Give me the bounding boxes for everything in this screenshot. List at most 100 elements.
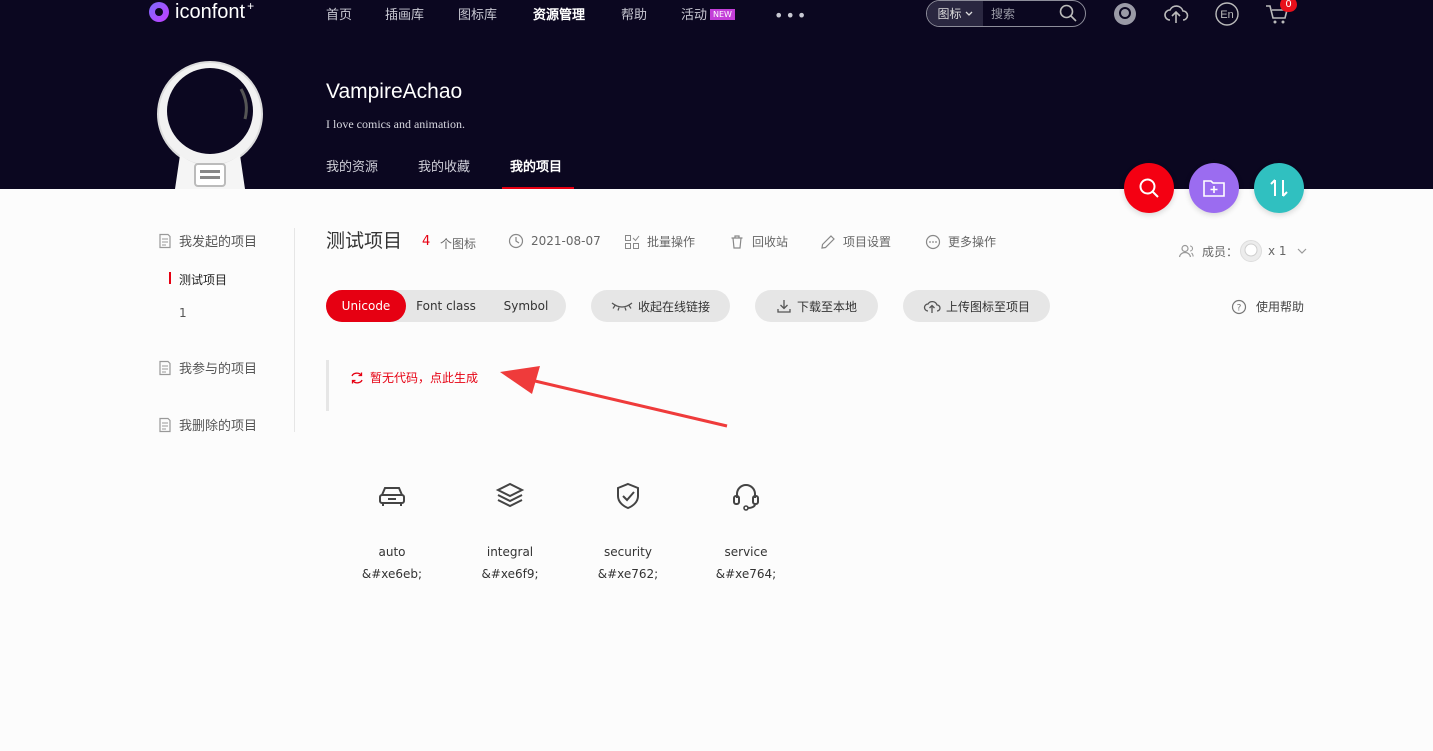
search-type-select[interactable]: 图标	[927, 1, 983, 26]
search-input[interactable]	[991, 6, 1061, 21]
pencil-icon	[821, 234, 835, 249]
icon-code: &#xe6f9;	[481, 567, 539, 581]
logo-mark-icon	[149, 2, 169, 22]
nav-activity[interactable]: 活动 NEW	[681, 4, 735, 23]
search-box: 图标	[926, 0, 1086, 27]
more-operations-button[interactable]: 更多操作	[925, 233, 996, 250]
tab-symbol[interactable]: Symbol	[486, 290, 566, 322]
more-icon	[925, 234, 941, 249]
search-icon[interactable]	[1059, 4, 1077, 22]
icon-card-service[interactable]: service &#xe764;	[691, 480, 801, 581]
sidebar-group-label: 我删除的项目	[179, 419, 258, 434]
iconfont-logo[interactable]: iconfont +	[149, 0, 254, 24]
icon-count: 4	[422, 234, 431, 249]
project-date: 2021-08-07	[508, 233, 601, 249]
collapse-online-link-button[interactable]: 收起在线链接	[591, 290, 730, 322]
upload-cloud-icon[interactable]	[1163, 1, 1189, 27]
cart-count-badge: 0	[1280, 0, 1297, 12]
recycle-bin-button[interactable]: 回收站	[729, 233, 788, 250]
icon-name: security	[604, 545, 652, 559]
nav-more-icon[interactable]: •••	[774, 6, 808, 25]
user-avatar[interactable]	[155, 59, 265, 189]
project-title: 测试项目	[326, 230, 403, 252]
upload-to-project-label: 上传图标至项目	[945, 299, 1030, 314]
batch-operation-label: 批量操作	[647, 235, 696, 249]
icon-card-auto[interactable]: auto &#xe6eb;	[337, 480, 447, 581]
fab-search-button[interactable]	[1124, 163, 1174, 213]
members-icon	[1178, 244, 1194, 258]
upload-to-project-button[interactable]: 上传图标至项目	[903, 290, 1050, 322]
top-navigation: iconfont + 首页 插画库 图标库 资源管理 帮助 活动 NEW ••• …	[0, 0, 1433, 28]
fab-new-folder-button[interactable]	[1189, 163, 1239, 213]
sidebar-group-label: 我发起的项目	[179, 235, 258, 250]
search-icon	[1139, 178, 1159, 198]
logo-text: iconfont	[175, 0, 246, 23]
nav-activity-label: 活动	[681, 8, 708, 23]
sidebar-group-deleted[interactable]: 我删除的项目	[157, 415, 257, 434]
project-doc-icon	[159, 417, 171, 432]
download-local-button[interactable]: 下载至本地	[755, 290, 878, 322]
usage-help-link[interactable]: ? 使用帮助	[1231, 298, 1304, 315]
sidebar-group-joined[interactable]: 我参与的项目	[157, 358, 257, 377]
download-icon	[777, 300, 791, 313]
clock-icon	[508, 233, 524, 249]
refresh-icon	[351, 372, 363, 383]
member-avatar	[1240, 240, 1263, 262]
batch-icon	[625, 234, 640, 249]
generate-code-link[interactable]: 暂无代码，点此生成	[349, 369, 478, 386]
members-count: x 1	[1268, 244, 1287, 258]
project-members[interactable]: 成员： x 1	[1178, 240, 1307, 262]
project-settings-label: 项目设置	[843, 235, 892, 249]
language-en-icon[interactable]: En	[1214, 1, 1240, 27]
active-tab-underline	[502, 187, 574, 189]
project-date-text: 2021-08-07	[531, 234, 601, 248]
eye-closed-icon	[611, 302, 633, 311]
download-local-label: 下载至本地	[796, 299, 857, 314]
shield-check-icon	[617, 482, 639, 510]
sidebar-group-created[interactable]: 我发起的项目	[157, 231, 257, 250]
profile-bio: I love comics and animation.	[326, 117, 465, 131]
profile-username: VampireAchao	[326, 80, 463, 103]
svg-text:?: ?	[1237, 303, 1242, 313]
github-icon[interactable]	[1112, 1, 1138, 27]
tab-unicode[interactable]: Unicode	[326, 290, 406, 322]
new-badge: NEW	[710, 9, 735, 20]
more-operations-label: 更多操作	[948, 235, 997, 249]
active-item-marker	[169, 272, 171, 284]
search-type-label: 图标	[937, 7, 962, 21]
nav-home[interactable]: 首页	[326, 4, 352, 23]
car-icon	[379, 487, 405, 506]
folder-add-icon	[1203, 180, 1225, 197]
usage-help-label: 使用帮助	[1256, 300, 1305, 314]
nav-icon-library[interactable]: 图标库	[458, 4, 497, 23]
icon-code: &#xe6eb;	[361, 567, 423, 581]
nav-illustrations[interactable]: 插画库	[385, 4, 424, 23]
tab-my-favorites[interactable]: 我的收藏	[418, 156, 470, 175]
tab-my-resources[interactable]: 我的资源	[326, 156, 378, 175]
icon-code: &#xe762;	[597, 567, 659, 581]
icon-card-security[interactable]: security &#xe762;	[573, 480, 683, 581]
icon-card-integral[interactable]: integral &#xe6f9;	[455, 480, 565, 581]
icon-name: auto	[378, 545, 406, 559]
svg-text:En: En	[1220, 9, 1233, 21]
nav-resource-management[interactable]: 资源管理	[533, 4, 585, 23]
nav-help[interactable]: 帮助	[621, 4, 647, 23]
layers-icon	[495, 482, 525, 508]
batch-operation-button[interactable]: 批量操作	[624, 233, 695, 250]
sidebar-item-test-project[interactable]: 测试项目	[179, 271, 227, 288]
project-settings-button[interactable]: 项目设置	[820, 233, 891, 250]
members-label: 成员：	[1202, 244, 1239, 259]
project-doc-icon	[159, 233, 171, 248]
sort-arrows-icon	[1270, 179, 1288, 197]
help-circle-icon: ?	[1231, 299, 1247, 314]
collapse-online-link-label: 收起在线链接	[637, 299, 710, 314]
tab-font-class[interactable]: Font class	[406, 290, 486, 322]
sidebar-item-1[interactable]: 1	[179, 306, 187, 320]
icon-name: service	[724, 545, 768, 559]
tab-my-projects[interactable]: 我的项目	[510, 156, 562, 175]
fab-sort-button[interactable]	[1254, 163, 1304, 213]
logo-star: +	[247, 0, 255, 13]
recycle-bin-label: 回收站	[752, 235, 789, 249]
generate-code-label: 暂无代码，点此生成	[370, 371, 479, 385]
icon-name: integral	[486, 545, 534, 559]
